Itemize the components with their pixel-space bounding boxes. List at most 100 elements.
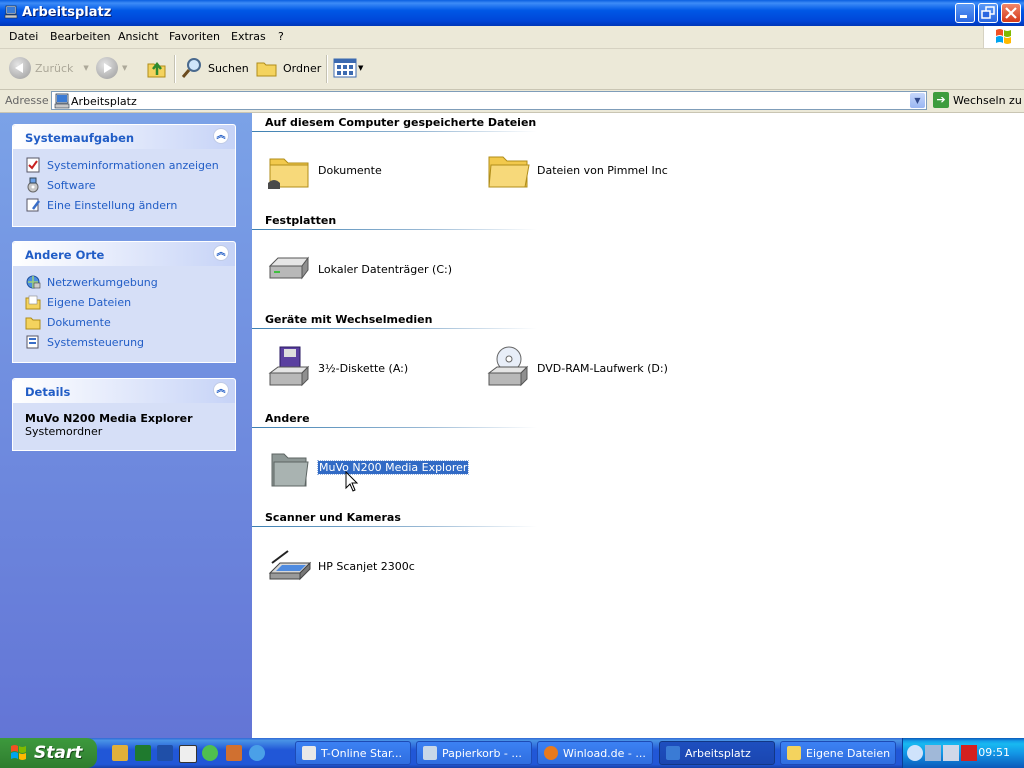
group-divider [252, 328, 537, 329]
start-button[interactable]: Start [0, 738, 97, 768]
tray-expand-chevron-icon[interactable] [907, 745, 923, 761]
place-link-label: Systemsteuerung [47, 335, 145, 349]
go-label: Wechseln zu [953, 93, 1022, 107]
details-title: Details [25, 385, 71, 399]
folders-label: Ordner [283, 61, 322, 75]
quicklaunch-icon[interactable] [202, 745, 218, 761]
item-floppy-a[interactable]: 3½-Diskette (A:) [266, 345, 408, 391]
taskbar-button-eigene-dateien[interactable]: Eigene Dateien [780, 741, 896, 765]
address-bar: Adresse Arbeitsplatz ▼ ➔ Wechseln zu [0, 90, 1024, 113]
word-icon[interactable] [157, 745, 173, 761]
taskbar-button-arbeitsplatz[interactable]: Arbeitsplatz [659, 741, 775, 765]
collapse-chevron-icon[interactable]: ︽ [213, 245, 229, 261]
place-link-label: Netzwerkumgebung [47, 275, 158, 289]
views-button[interactable]: ▼ [333, 57, 363, 79]
my-computer-icon [4, 5, 18, 19]
group-header-other: Andere [265, 412, 310, 425]
taskbar-button-label: T-Online Star... [321, 746, 403, 760]
close-button[interactable] [1001, 3, 1021, 23]
place-link-label: Eigene Dateien [47, 295, 132, 309]
system-info-icon [26, 157, 40, 173]
taskbar-button-label: Arbeitsplatz [685, 746, 751, 760]
quicklaunch-icon[interactable] [226, 745, 242, 761]
address-dropdown-button[interactable]: ▼ [910, 93, 925, 108]
item-label: Lokaler Datenträger (C:) [318, 262, 453, 276]
place-link-control-panel[interactable]: Systemsteuerung [25, 332, 225, 352]
back-dropdown-icon[interactable]: ▼ [83, 64, 88, 72]
restore-icon [981, 6, 995, 19]
tray-icon[interactable] [943, 745, 959, 761]
internet-explorer-icon[interactable] [249, 745, 265, 761]
place-link-network[interactable]: Netzwerkumgebung [25, 272, 225, 292]
quicklaunch-icon[interactable] [112, 745, 128, 761]
menu-favoriten[interactable]: Favoriten [169, 30, 220, 43]
taskbar-button-label: Eigene Dateien [806, 746, 891, 760]
system-tasks-header[interactable]: Systemaufgaben ︽ [13, 125, 235, 149]
search-button[interactable]: Suchen [180, 57, 249, 79]
excel-icon[interactable] [135, 745, 151, 761]
search-label: Suchen [208, 61, 249, 75]
network-tray-icon[interactable] [925, 745, 941, 761]
back-button[interactable]: Zurück ▼ [9, 57, 89, 79]
my-computer-icon [666, 746, 680, 760]
item-label: Dokumente [318, 163, 382, 177]
window-title: Arbeitsplatz [22, 5, 112, 20]
calculator-icon[interactable] [179, 745, 197, 763]
windows-flag-icon [11, 745, 26, 760]
firefox-icon [544, 746, 558, 760]
my-computer-icon [54, 93, 70, 109]
group-divider [252, 229, 537, 230]
task-link-change-setting[interactable]: Eine Einstellung ändern [25, 195, 225, 215]
system-tasks-title: Systemaufgaben [25, 131, 135, 145]
task-link-system-info[interactable]: Systeminformationen anzeigen [25, 155, 225, 175]
folder-icon [25, 317, 41, 330]
place-link-my-documents[interactable]: Eigene Dateien [25, 292, 225, 312]
title-bar[interactable]: Arbeitsplatz [0, 0, 1024, 26]
minimize-button[interactable] [955, 3, 975, 23]
toolbar-separator [326, 55, 328, 83]
go-arrow-icon: ➔ [933, 92, 949, 108]
collapse-chevron-icon[interactable]: ︽ [213, 382, 229, 398]
item-dvd-ram-d[interactable]: DVD-RAM-Laufwerk (D:) [485, 345, 668, 391]
taskbar-button-papierkorb[interactable]: Papierkorb - ... [416, 741, 532, 765]
group-divider [252, 131, 537, 132]
item-dokumente[interactable]: Dokumente [266, 147, 382, 193]
address-input[interactable]: Arbeitsplatz ▼ [51, 91, 927, 110]
up-button[interactable] [145, 57, 169, 79]
item-hp-scanjet-2300c[interactable]: HP Scanjet 2300c [266, 543, 415, 589]
forward-button[interactable]: ▼ [96, 57, 127, 79]
forward-dropdown-icon[interactable]: ▼ [122, 64, 127, 72]
item-local-disk-c[interactable]: Lokaler Datenträger (C:) [266, 246, 452, 292]
settings-icon [26, 198, 40, 212]
task-link-software[interactable]: Software [25, 175, 225, 195]
menu-ansicht[interactable]: Ansicht [118, 30, 159, 43]
menu-bearbeiten[interactable]: Bearbeiten [50, 30, 110, 43]
menu-help[interactable]: ? [278, 30, 284, 43]
toolbar-separator [174, 55, 176, 83]
network-icon [26, 275, 41, 289]
views-dropdown-icon[interactable]: ▼ [358, 64, 363, 72]
chevron-down-icon: ▼ [914, 96, 921, 105]
item-label: 3½-Diskette (A:) [318, 361, 409, 375]
other-places-header[interactable]: Andere Orte ︽ [13, 242, 235, 266]
taskbar-button-winload[interactable]: Winload.de - ... [537, 741, 653, 765]
back-arrow-icon [9, 57, 31, 79]
windows-logo [983, 26, 1024, 48]
item-label: DVD-RAM-Laufwerk (D:) [537, 361, 668, 375]
place-link-documents[interactable]: Dokumente [25, 312, 225, 332]
item-dateien-von-pimmel-inc[interactable]: Dateien von Pimmel Inc [485, 147, 668, 193]
menu-datei[interactable]: Datei [9, 30, 38, 43]
collapse-chevron-icon[interactable]: ︽ [213, 128, 229, 144]
restore-button[interactable] [978, 3, 998, 23]
folder-icon [488, 156, 530, 188]
folders-button[interactable]: Ordner [255, 57, 321, 79]
dvd-drive-icon [487, 346, 529, 387]
taskbar-button-t-online[interactable]: T-Online Star... [295, 741, 411, 765]
antivirus-tray-icon[interactable] [961, 745, 977, 761]
details-header[interactable]: Details ︽ [13, 379, 235, 403]
item-muvo-n200-media-explorer[interactable]: MuVo N200 Media Explorer [266, 444, 470, 490]
address-value: Arbeitsplatz [71, 95, 137, 108]
group-header-stored-files: Auf diesem Computer gespeicherte Dateien [265, 116, 537, 129]
go-button[interactable]: ➔ Wechseln zu [933, 92, 1022, 108]
menu-extras[interactable]: Extras [231, 30, 266, 43]
